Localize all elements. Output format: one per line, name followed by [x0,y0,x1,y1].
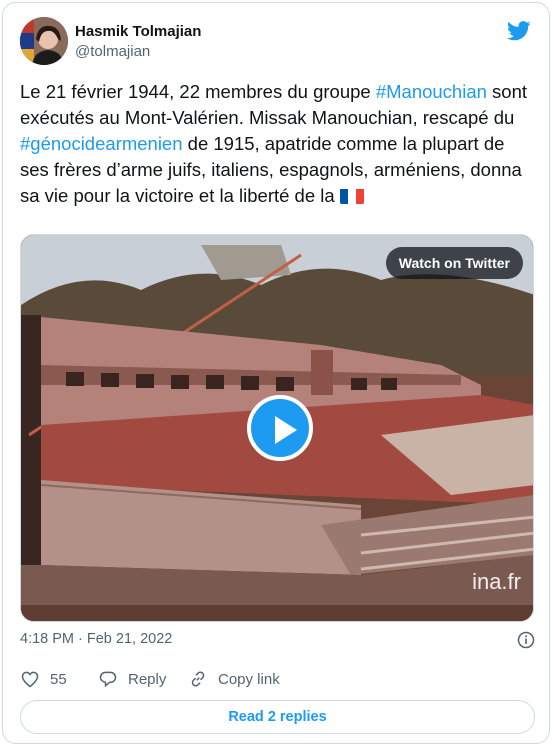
video-player[interactable]: Watch on Twitter ina.fr [20,234,534,622]
tweet-text-segment: Le 21 février 1944, 22 membres du groupe [20,81,376,102]
reply-action[interactable]: Reply [98,669,166,689]
reply-label: Reply [128,670,167,688]
link-icon [191,671,205,687]
reply-icon [99,671,117,688]
watch-on-twitter-button[interactable]: Watch on Twitter [385,247,523,279]
author-name[interactable]: Hasmik Tolmajian [75,23,201,40]
twitter-bird-icon[interactable] [507,21,531,41]
tweet-meta: 4:18 PM · Feb 21, 2022 [20,631,535,651]
tweet-timestamp[interactable]: 4:18 PM · Feb 21, 2022 [20,631,172,647]
avatar[interactable] [20,17,68,65]
like-count: 55 [50,670,67,688]
copy-link-label: Copy link [218,670,280,688]
hashtag-genocide-link[interactable]: #génocidearmenien [20,133,183,154]
tweet-text: Le 21 février 1944, 22 membres du groupe… [20,79,535,209]
hashtag-manouchian-link[interactable]: #Manouchian [376,81,487,102]
author-handle[interactable]: @tolmajian [75,43,150,60]
ina-watermark: ina.fr [472,569,521,594]
heart-icon [21,671,39,688]
tweet-card: Hasmik Tolmajian @tolmajian Le 21 févrie… [2,2,550,744]
france-flag-icon [339,187,364,204]
play-button-icon[interactable] [247,395,313,461]
copy-link-action[interactable]: Copy link [188,669,280,689]
read-replies-button[interactable]: Read 2 replies [20,700,535,734]
info-icon[interactable] [517,631,535,649]
like-action[interactable]: 55 [20,669,67,689]
tweet-actions: 55 Reply Copy link [20,669,535,693]
